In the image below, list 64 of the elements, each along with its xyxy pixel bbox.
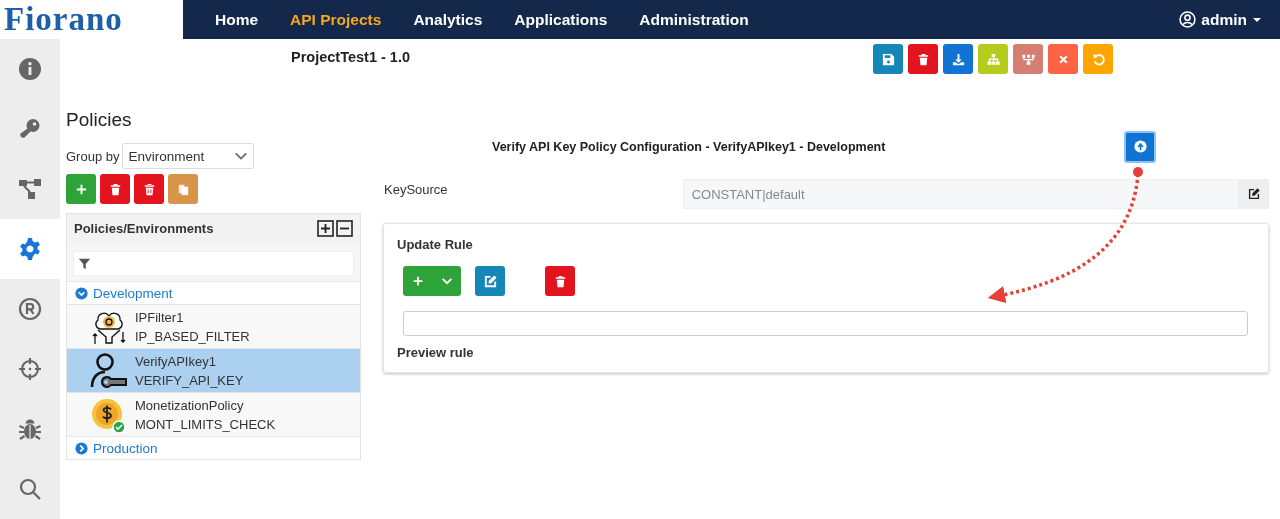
policy-item[interactable]: IPFilter1 IP_BASED_FILTER [67,304,360,348]
card-title: Update Rule [397,237,474,252]
chevron-down-icon [75,286,88,300]
nav-link[interactable]: Applications [498,0,624,39]
policy-name: IPFilter1 [135,309,185,325]
copy-button[interactable] [168,174,198,204]
policy-name: VerifyAPIkey1 [135,353,217,369]
policy-type: IP_BASED_FILTER [135,328,250,344]
nav-link[interactable]: Administration [623,0,765,39]
user-key-icon [89,351,127,390]
section-title: Policies [66,109,133,131]
save-icon [880,51,896,67]
flowchart-icon [18,177,42,201]
project-title: ProjectTest1 - 1.0 [291,49,410,65]
nav-link[interactable]: API Projects [274,0,398,39]
collapse-all-icon[interactable] [336,219,353,237]
field-label: KeySource [383,182,449,197]
sidebar-tab[interactable] [0,219,60,279]
close-button[interactable] [1048,44,1078,74]
add-button[interactable] [66,174,96,204]
save-button[interactable] [873,44,903,74]
search-icon [18,477,42,501]
delete-button[interactable] [100,174,130,204]
download-button[interactable] [943,44,973,74]
policy-type: MONT_LIMITS_CHECK [135,416,276,432]
delete-button[interactable] [134,174,164,204]
policy-item[interactable]: VerifyAPIkey1 VERIFY_API_KEY [67,348,360,392]
delete-button[interactable] [908,44,938,74]
edit-icon [482,273,498,289]
info-icon [18,57,42,81]
registered-icon [18,297,42,321]
expand-all-icon[interactable] [317,219,334,237]
chevron-right-icon [75,441,88,455]
group-by-select[interactable]: Environment [122,143,255,169]
user-menu[interactable]: admin [1173,9,1268,30]
policy-name: MonetizationPolicy [135,397,245,413]
tree-group[interactable]: Development [67,281,360,304]
policy-item[interactable]: MonetizationPolicy MONT_LIMITS_CHECK [67,392,360,436]
edit-icon [1247,187,1261,201]
nav-link[interactable]: Analytics [397,0,499,39]
panel-title: Policies/Environments [74,220,214,236]
bug-icon [18,417,42,441]
nav-link[interactable]: Home [199,0,275,39]
group-by-label: Group by [66,148,120,164]
upload-icon [1133,140,1147,153]
hierarchy-icon [985,51,1001,67]
upload-button[interactable] [1124,130,1156,163]
undo-icon [1090,51,1106,67]
rule-input[interactable] [403,311,1248,336]
crosshair-icon [18,357,42,381]
filter-icon [78,257,91,270]
edit-button[interactable] [1239,179,1269,209]
gear-icon [18,237,42,261]
key-icon [18,117,42,141]
preview-label: Preview rule [397,345,475,360]
logo: Fiorano [0,0,183,39]
policy-type: VERIFY_API_KEY [135,372,244,388]
add-dropdown-button[interactable] [403,266,461,296]
config-title: Verify API Key Policy Configuration - VerifyAPIkey1 - Development [492,139,886,154]
download-icon [950,51,966,67]
tree-button[interactable] [1013,44,1043,74]
filter-field[interactable] [73,251,354,276]
user-icon [1179,11,1197,28]
delete-button[interactable] [545,266,575,296]
